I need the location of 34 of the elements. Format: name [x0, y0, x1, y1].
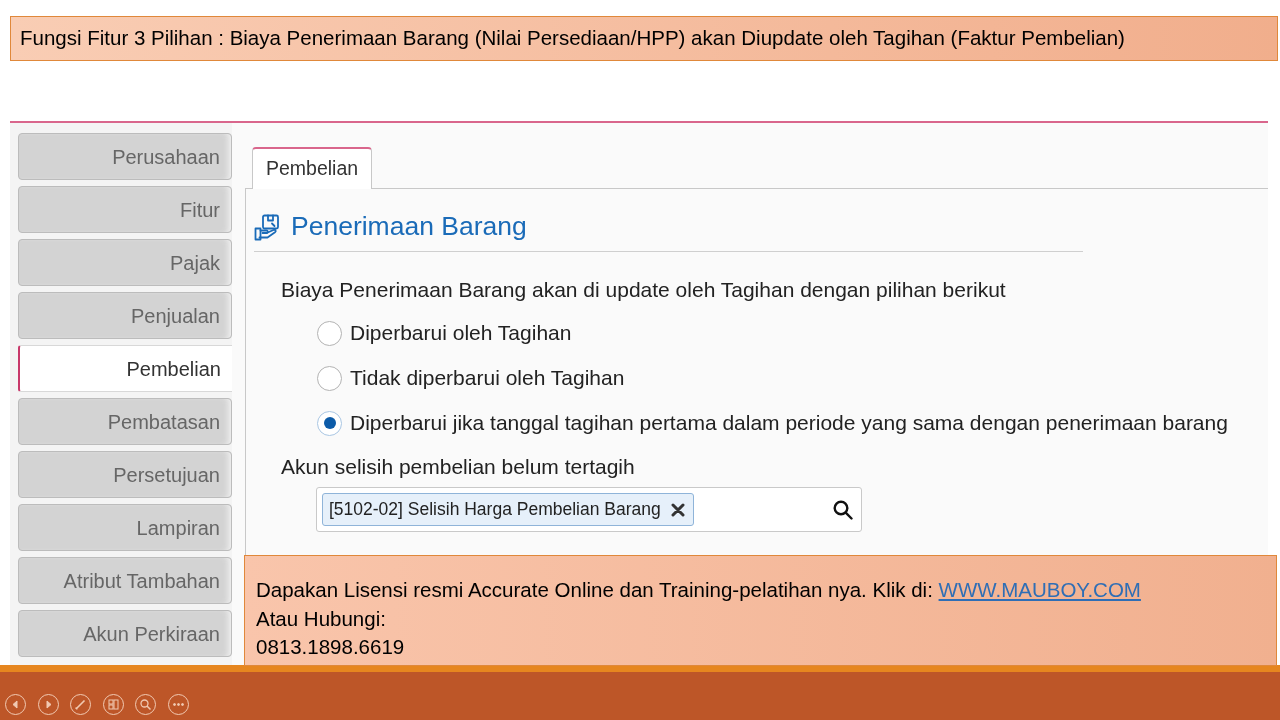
radio-button[interactable] [317, 410, 342, 436]
box-in-hand-icon [254, 213, 281, 241]
zoom-icon[interactable] [135, 694, 156, 715]
tab[interactable]: Pembelian [252, 147, 373, 189]
setting-description: Biaya Penerimaan Barang akan di update oleh Tagihan dengan pilihan berikut [281, 277, 1007, 303]
option-label: Tidak diperbarui oleh Tagihan [350, 365, 625, 391]
sidebar-item[interactable]: Atribut Tambahan [18, 557, 232, 604]
section-title: Penerimaan Barang [291, 210, 527, 244]
sidebar-item[interactable]: Akun Perkiraan [18, 610, 232, 657]
option-label: Diperbarui jika tanggal tagihan pertama dalam periode yang sama dengan penerimaan barang [350, 410, 1228, 436]
slides-grid-icon[interactable] [102, 694, 124, 715]
account-tag[interactable]: [5102-02] Selisih Harga Pembelian Barang [322, 493, 694, 526]
website-link[interactable]: WWW.MAUBOY.COM [938, 578, 1141, 601]
pen-icon[interactable] [70, 694, 91, 715]
radio-button[interactable] [317, 365, 342, 391]
search-icon[interactable] [833, 499, 853, 520]
more-icon[interactable] [167, 694, 189, 715]
promo-text: Dapakan Lisensi resmi Accurate Online dan Training-pelatihan nya. Klik di: WWW.MAUBOY.COM [256, 577, 1142, 603]
contact-label: Atau Hubungi: [256, 605, 387, 632]
sidebar-item[interactable]: Lampiran [18, 504, 232, 551]
account-field[interactable]: [5102-02] Selisih Harga Pembelian Barang [316, 487, 862, 532]
radio-button[interactable] [317, 320, 342, 346]
phone-number: 0813.1898.6619 [256, 634, 406, 660]
sidebar-item[interactable]: Persetujuan [18, 451, 232, 498]
account-field-label: Akun selisih pembelian belum tertagih [281, 454, 636, 480]
sidebar-item[interactable]: Pajak [18, 239, 232, 286]
sidebar-item[interactable]: Pembelian [18, 345, 232, 392]
sidebar-item[interactable]: Fitur [18, 186, 232, 233]
option-label: Diperbarui oleh Tagihan [350, 320, 572, 346]
slide-title: Fungsi Fitur 3 Pilihan : Biaya Penerimaan Barang (Nilai Persediaan/HPP) akan Diupdate oleh Tagihan (Faktur Pembelian) [20, 25, 1125, 52]
sidebar-item[interactable]: Pembatasan [18, 398, 232, 445]
remove-icon[interactable] [670, 502, 685, 517]
sidebar-item[interactable]: Penjualan [18, 292, 232, 339]
sidebar-item[interactable]: Perusahaan [18, 133, 232, 180]
